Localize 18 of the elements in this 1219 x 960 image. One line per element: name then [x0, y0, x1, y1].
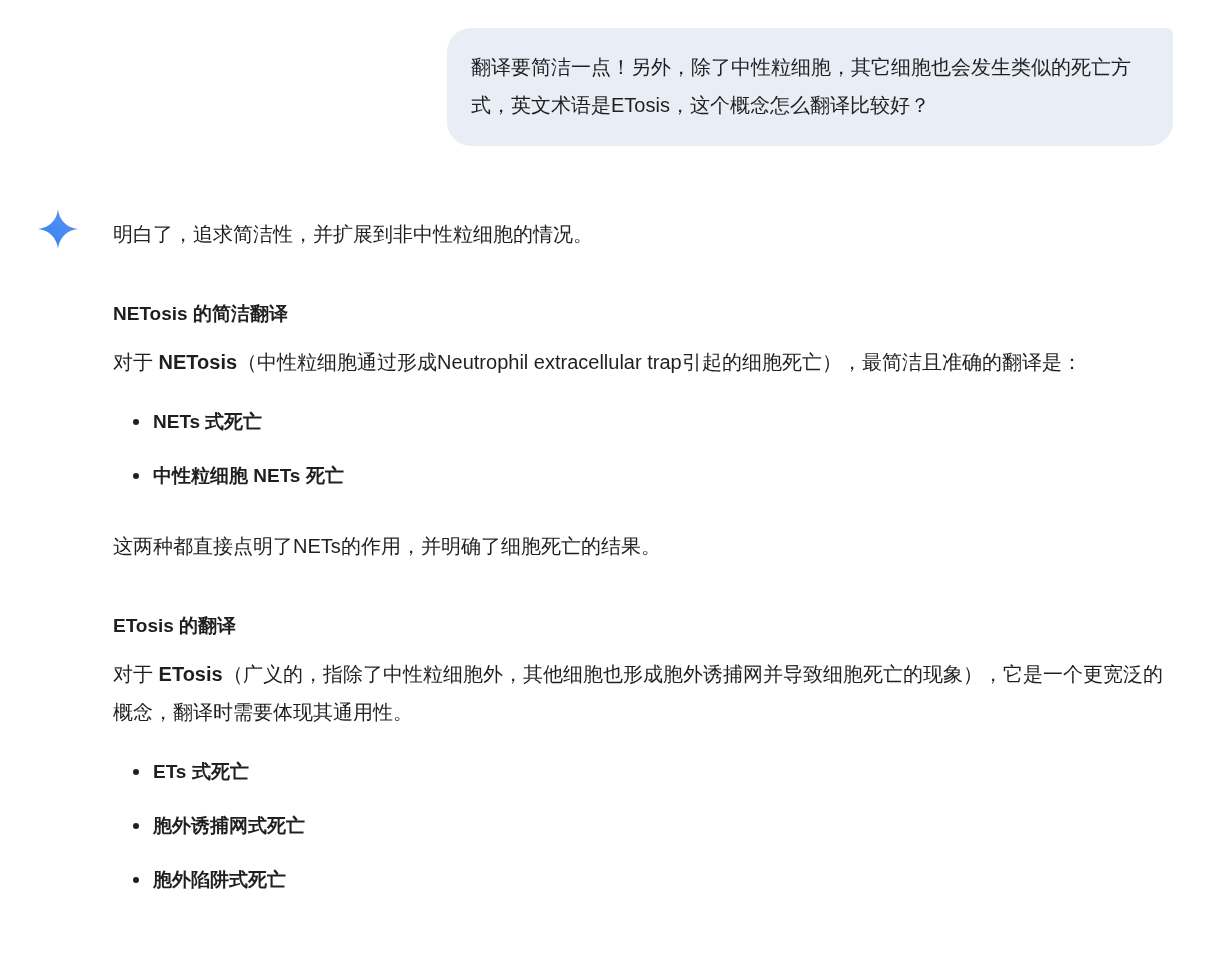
bullet-icon: [133, 823, 139, 829]
section-heading: ETosis 的翻译: [113, 614, 238, 638]
list-item: NETs 式死亡: [153, 410, 263, 434]
paragraph: 明白了，追求简洁性，并扩展到非中性粒细胞的情况。: [113, 222, 594, 247]
list-item: 胞外诱捕网式死亡: [153, 814, 305, 838]
paragraph: 对于 ETosis（广义的，指除了中性粒细胞外，其他细胞也形成胞外诱捕网并导致细胞死亡的现象），它是一个更宽泛的概念，翻译时需要体现其通用性。: [113, 662, 1163, 725]
bullet-icon: [133, 769, 139, 775]
paragraph: 这两种都直接点明了NETs的作用，并明确了细胞死亡的结果。: [113, 534, 662, 559]
list-item: ETs 式死亡: [153, 760, 249, 784]
section-heading: NETosis 的简洁翻译: [113, 302, 289, 326]
sparkle-icon: [38, 209, 78, 249]
list-item: 中性粒细胞 NETs 死亡: [153, 464, 344, 488]
bullet-icon: [133, 419, 139, 425]
list-item: 胞外陷阱式死亡: [153, 868, 286, 892]
bullet-icon: [133, 473, 139, 479]
user-message: 翻译要简洁一点！另外，除了中性粒细胞，其它细胞也会发生类似的死亡方式，英文术语是ETosis，这个概念怎么翻译比较好？: [447, 28, 1173, 146]
paragraph: 对于 NETosis（中性粒细胞通过形成Neutrophil extracellular trap引起的细胞死亡），最简洁且准确的翻译是：: [113, 350, 1083, 375]
bullet-icon: [133, 877, 139, 883]
